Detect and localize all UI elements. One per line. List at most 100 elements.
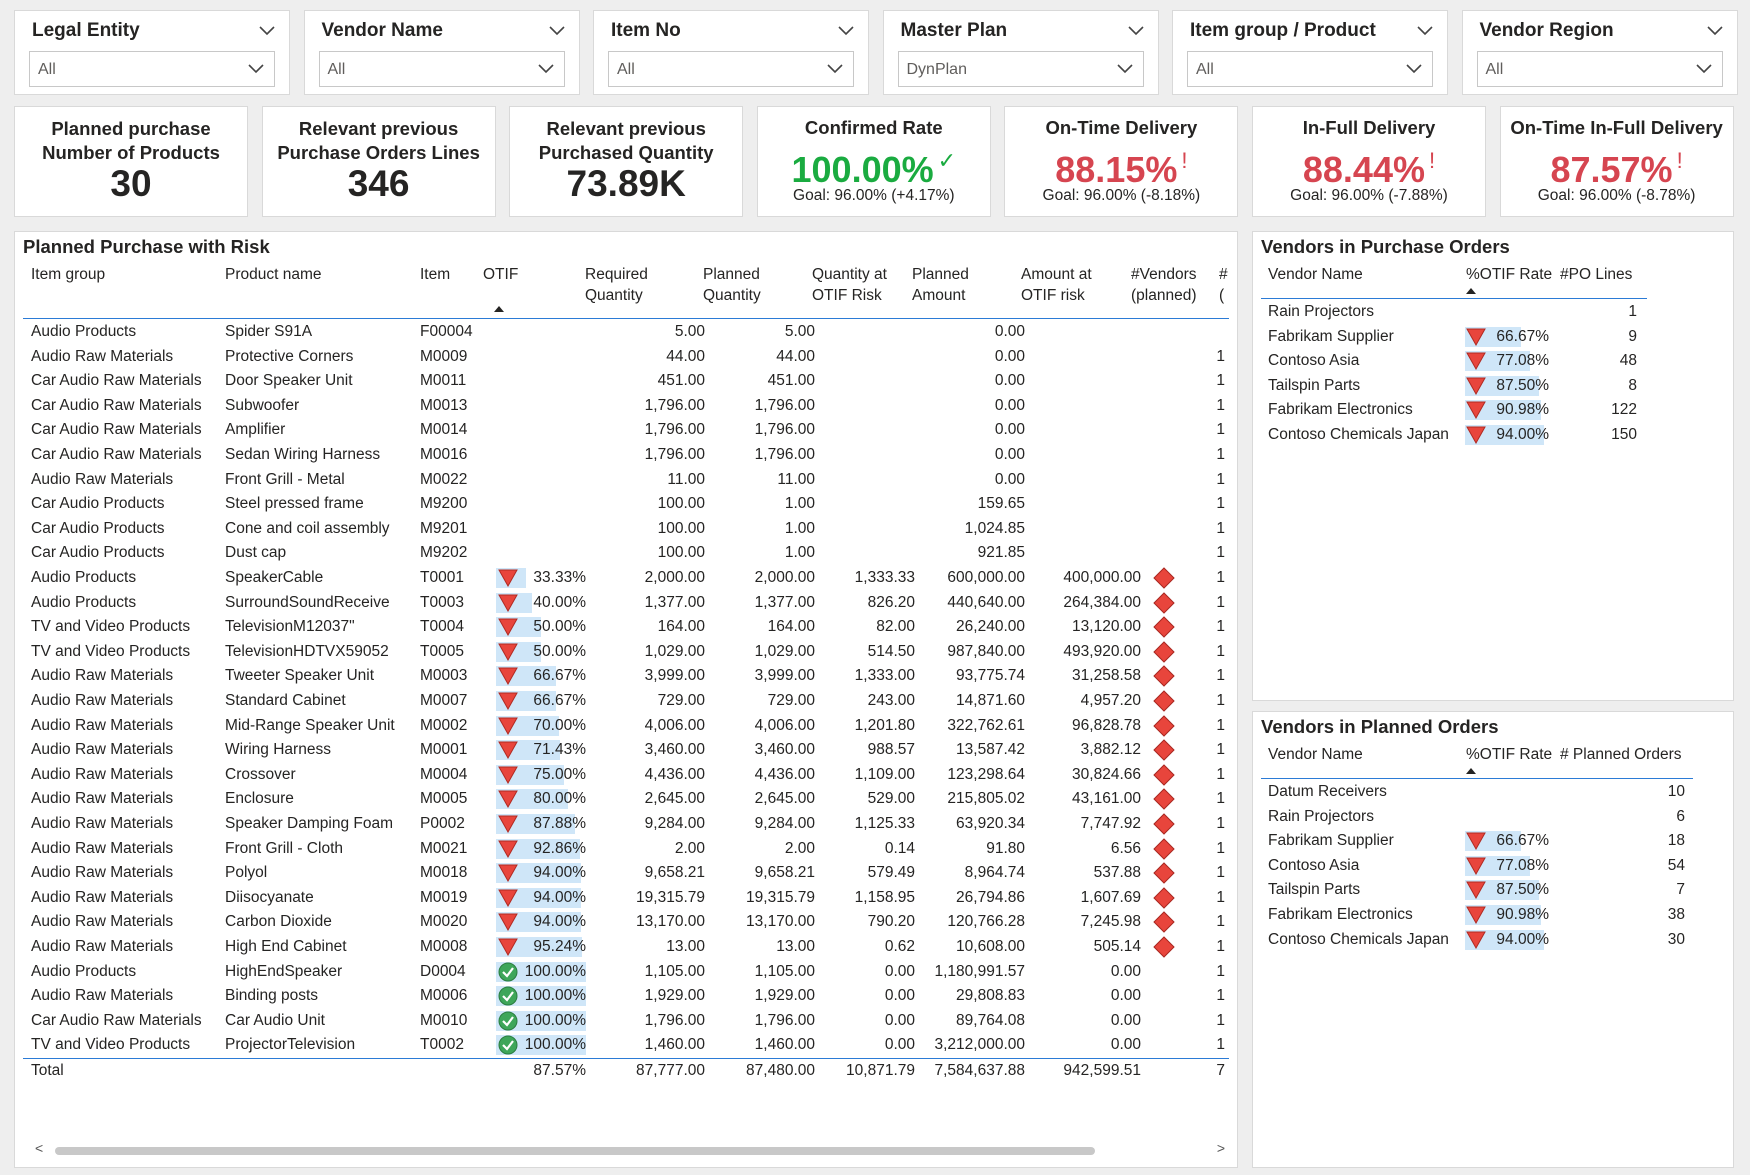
scrollbar-thumb[interactable]: [55, 1147, 1095, 1155]
cell-vendors-planned: 1: [1216, 347, 1225, 365]
chevron-down-icon[interactable]: [1695, 63, 1712, 75]
table-row[interactable]: Audio Raw Materials Polyol M0018 94.00% 9,65…: [15, 862, 1235, 887]
chevron-down-icon[interactable]: [537, 63, 554, 75]
cell-planned-amount: 0.00: [994, 446, 1025, 463]
table-row[interactable]: Contoso Asia 77.08% 48: [1253, 350, 1723, 375]
sort-descending-icon[interactable]: [1466, 288, 1476, 294]
column-header-otif[interactable]: OTIF: [483, 264, 543, 285]
slicer-dropdown[interactable]: All: [29, 51, 275, 87]
column-header--planned-orders[interactable]: # Planned Orders: [1560, 744, 1682, 765]
column-header--otif-rate[interactable]: %OTIF Rate: [1466, 744, 1552, 765]
scroll-right-icon[interactable]: >: [1217, 1140, 1225, 1156]
chevron-down-icon[interactable]: [1406, 63, 1422, 75]
table-row[interactable]: Car Audio Raw Materials Door Speaker Unit…: [15, 370, 1235, 395]
slicer-legal-entity[interactable]: Legal Entity All: [14, 10, 290, 95]
slicer-vendor-name[interactable]: Vendor Name All: [303, 10, 580, 95]
column-header-item-group[interactable]: Item group: [31, 264, 211, 285]
horizontal-scrollbar[interactable]: < >: [35, 1140, 1225, 1159]
slicer-dropdown[interactable]: All: [1187, 51, 1433, 87]
sort-ascending-icon[interactable]: [494, 306, 504, 312]
table-row[interactable]: Audio Raw Materials Standard Cabinet M0007…: [15, 690, 1235, 715]
column-header-quantity-at-otif-risk[interactable]: Quantity at OTIF Risk: [812, 264, 912, 306]
table-row[interactable]: Car Audio Products Cone and coil assembly…: [15, 518, 1235, 543]
table-row[interactable]: Car Audio Products Steel pressed frame M92…: [15, 493, 1235, 518]
table-row[interactable]: Audio Raw Materials Crossover M0004 75.00% 4…: [15, 764, 1235, 789]
table-row[interactable]: Contoso Chemicals Japan 94.00% 30: [1253, 929, 1723, 954]
table-row[interactable]: TV and Video Products TelevisionM12037" T0…: [15, 616, 1235, 641]
table-row[interactable]: Rain Projectors 1: [1253, 301, 1723, 326]
slicer-dropdown[interactable]: DynPlan: [897, 51, 1144, 87]
cell-item: M9201: [420, 519, 468, 537]
cell-required-quantity: 2,000.00: [644, 569, 705, 586]
table-row[interactable]: Audio Raw Materials Carbon Dioxide M0020 94…: [15, 911, 1235, 936]
table-row[interactable]: Fabrikam Electronics 90.98% 122: [1253, 399, 1723, 424]
column-header-planned-quantity[interactable]: Planned Quantity: [703, 264, 803, 306]
cell-vendor-name: Contoso Asia: [1268, 856, 1360, 874]
column-header--otif-rate[interactable]: %OTIF Rate: [1466, 264, 1552, 285]
column-header-amount-at-otif-risk[interactable]: Amount at OTIF risk: [1021, 264, 1121, 306]
table-row[interactable]: Audio Products Spider S91A F00004 5.00 5.00 0…: [15, 321, 1235, 346]
chevron-down-icon[interactable]: [548, 25, 565, 37]
slicer-item-no[interactable]: Item No All: [593, 10, 869, 95]
table-row[interactable]: Audio Raw Materials Diisocyanate M0019 94.0…: [15, 887, 1235, 912]
slicer-master-plan[interactable]: Master Plan DynPlan: [882, 10, 1159, 95]
table-row[interactable]: Audio Raw Materials Front Grill - Metal M0…: [15, 469, 1235, 494]
column-header--po-lines[interactable]: #PO Lines: [1560, 264, 1632, 285]
table-row[interactable]: Audio Raw Materials Tweeter Speaker Unit M…: [15, 665, 1235, 690]
chevron-down-icon[interactable]: [1706, 25, 1723, 37]
chevron-down-icon[interactable]: [827, 63, 843, 75]
table-row[interactable]: Car Audio Raw Materials Sedan Wiring Harn…: [15, 444, 1235, 469]
table-row[interactable]: Contoso Asia 77.08% 54: [1253, 855, 1723, 880]
table-row[interactable]: Audio Raw Materials Protective Corners M00…: [15, 346, 1235, 371]
slicer-dropdown[interactable]: All: [1476, 51, 1723, 87]
table-row[interactable]: Audio Products SurroundSoundReceive T0003 4…: [15, 591, 1235, 617]
column-header--[interactable]: #(: [1219, 264, 1234, 306]
chevron-down-icon[interactable]: [248, 63, 264, 75]
cell-required-quantity: 9,658.21: [644, 864, 705, 882]
chevron-down-icon[interactable]: [1127, 25, 1144, 37]
chevron-down-icon[interactable]: [1116, 63, 1133, 75]
chevron-down-icon[interactable]: [259, 25, 275, 37]
table-row[interactable]: TV and Video Products TelevisionHDTVX5905…: [15, 641, 1235, 666]
table-row[interactable]: Tailspin Parts 87.50% 7: [1253, 879, 1723, 904]
slicer-vendor-region[interactable]: Vendor Region All: [1461, 10, 1738, 95]
table-row[interactable]: Contoso Chemicals Japan 94.00% 150: [1253, 424, 1723, 449]
table-row[interactable]: Audio Raw Materials High End Cabinet M0008…: [15, 936, 1235, 961]
scroll-left-icon[interactable]: <: [35, 1140, 43, 1156]
column-header-vendor-name[interactable]: Vendor Name: [1268, 744, 1363, 765]
chevron-down-icon[interactable]: [1417, 25, 1433, 37]
table-row[interactable]: Audio Products HighEndSpeaker D0004 100.00%…: [15, 961, 1235, 986]
table-row[interactable]: Audio Raw Materials Wiring Harness M0001 71…: [15, 739, 1235, 764]
slicer-dropdown[interactable]: All: [318, 51, 565, 87]
table-row[interactable]: Audio Raw Materials Front Grill - Cloth M0…: [15, 837, 1235, 863]
table-row[interactable]: Audio Raw Materials Mid-Range Speaker Uni…: [15, 714, 1235, 740]
table-row[interactable]: Audio Raw Materials Binding posts M0006 100…: [15, 985, 1235, 1010]
table-row[interactable]: Datum Receivers 10: [1253, 781, 1723, 806]
table-row[interactable]: Car Audio Raw Materials Car Audio Unit M00…: [15, 1010, 1235, 1035]
table-row[interactable]: Car Audio Products Dust cap M9202 100.00 1.0…: [15, 542, 1235, 567]
table-row[interactable]: Fabrikam Electronics 90.98% 38: [1253, 904, 1723, 929]
table-row[interactable]: Audio Raw Materials Speaker Damping Foam P…: [15, 813, 1235, 838]
cell-required-quantity: 100.00: [657, 519, 705, 537]
table-row[interactable]: Audio Products SpeakerCable T0001 33.33% 2,0…: [15, 567, 1235, 592]
column-header-required-quantity[interactable]: Required Quantity: [585, 264, 685, 306]
table-row[interactable]: Tailspin Parts 87.50% 8: [1253, 375, 1723, 400]
sort-descending-icon[interactable]: [1466, 768, 1476, 774]
table-row[interactable]: Audio Raw Materials Enclosure M0005 80.00% 2…: [15, 788, 1235, 813]
table-row[interactable]: Car Audio Raw Materials Subwoofer M0013 1,7…: [15, 395, 1235, 420]
column-header--vendors-planned-[interactable]: #Vendors (planned): [1131, 264, 1211, 306]
column-header-item[interactable]: Item: [420, 264, 480, 285]
slicer-dropdown[interactable]: All: [608, 51, 854, 87]
column-header-planned-amount[interactable]: Planned Amount: [912, 264, 1012, 306]
chevron-down-icon[interactable]: [838, 25, 854, 37]
table-row[interactable]: Fabrikam Supplier 66.67% 18: [1253, 830, 1723, 855]
table-row[interactable]: Car Audio Raw Materials Amplifier M0014 1,7…: [15, 419, 1235, 444]
table-row[interactable]: Rain Projectors 6: [1253, 806, 1723, 831]
slicer-item-group-product[interactable]: Item group / Product All: [1172, 10, 1448, 95]
column-header-vendor-name[interactable]: Vendor Name: [1268, 264, 1363, 285]
column-header-product-name[interactable]: Product name: [225, 264, 395, 285]
table-row[interactable]: TV and Video Products ProjectorTelevision…: [15, 1034, 1235, 1059]
table-row[interactable]: Fabrikam Supplier 66.67% 9: [1253, 326, 1723, 351]
cell-otif: 100.00%: [524, 962, 586, 980]
cell-item: T0003: [420, 593, 464, 611]
